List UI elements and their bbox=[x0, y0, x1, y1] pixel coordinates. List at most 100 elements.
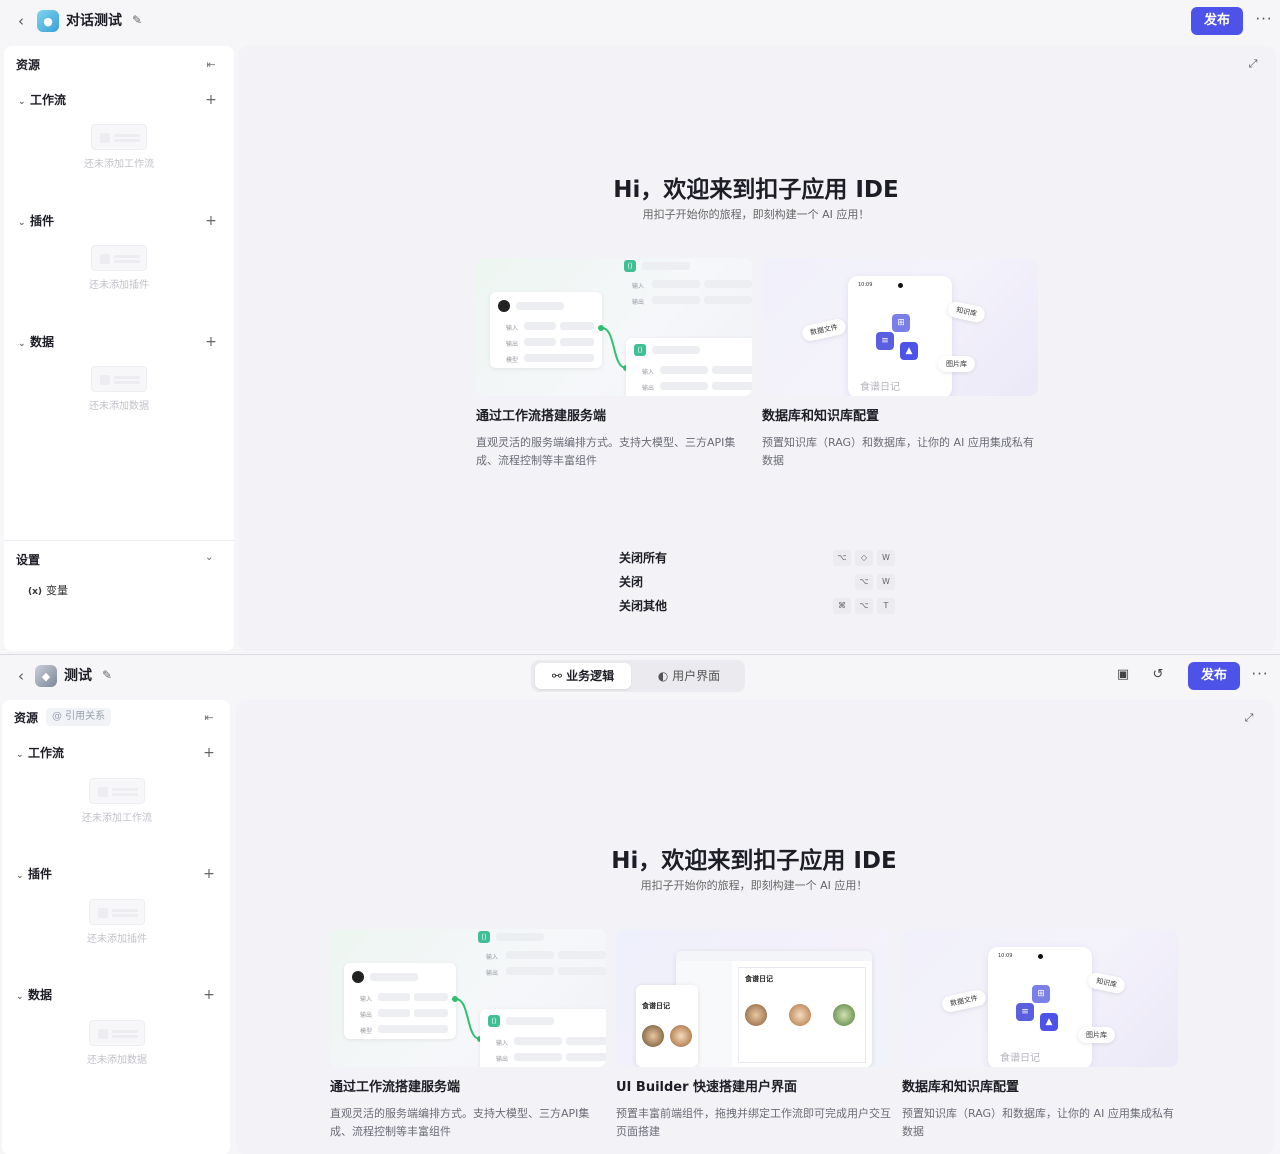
output-label: 输出 bbox=[506, 341, 519, 348]
empty-text: 还未添加工作流 bbox=[84, 159, 154, 170]
add-data-icon[interactable]: + bbox=[202, 988, 216, 1002]
chevron-down-icon[interactable]: ⌄ bbox=[205, 552, 213, 563]
workflow-node: ⟨⟩ 输入 输出 bbox=[480, 1009, 606, 1067]
settings-title[interactable]: 设置 bbox=[16, 552, 40, 568]
section-plugin[interactable]: ⌄ 插件 bbox=[18, 213, 54, 229]
section-data[interactable]: ⌄ 数据 bbox=[16, 987, 52, 1003]
food-image bbox=[670, 1025, 692, 1047]
camera-dot bbox=[898, 283, 903, 288]
builder-canvas: 食谱日记 bbox=[738, 967, 866, 1063]
placeholder-bar bbox=[660, 382, 708, 390]
placeholder-bar bbox=[524, 338, 556, 346]
placeholder-bar bbox=[704, 280, 752, 288]
empty-text: 还未添加工作流 bbox=[82, 813, 152, 824]
data-card-image[interactable]: 10:09 ⊞ ≡ ▲ 食谱日记 数据文件 知识库 图片库 bbox=[902, 929, 1178, 1067]
food-image bbox=[745, 1004, 767, 1026]
food-image bbox=[642, 1025, 664, 1047]
tab-label: 业务逻辑 bbox=[566, 669, 615, 683]
sidebar-title: 资源 bbox=[16, 58, 41, 72]
mode-switch: ⚯ 业务逻辑 ◐ 用户界面 bbox=[531, 660, 745, 692]
placeholder-bar bbox=[524, 322, 556, 330]
top-app-window: ‹ ● 对话测试 ✎ 发布 ··· 资源 ⇤ ⌄ 工作流 + 还未添加工作流 ⌄ 插… bbox=[0, 0, 1280, 653]
data-file-chip: 数据文件 bbox=[940, 988, 988, 1014]
code-icon: ⟨⟩ bbox=[624, 260, 636, 272]
resource-sidebar: 资源 ⇤ ⌄ 工作流 + 还未添加工作流 ⌄ 插件 + 还未添加插件 ⌄ 数据 + 还… bbox=[4, 46, 234, 651]
chevron-down-icon: ⌄ bbox=[16, 871, 24, 881]
card-title[interactable]: 通过工作流搭建服务端 bbox=[476, 408, 606, 426]
app-name: 食谱日记 bbox=[1000, 1053, 1040, 1064]
tab-user-interface[interactable]: ◐ 用户界面 bbox=[641, 663, 737, 689]
section-label: 工作流 bbox=[30, 93, 67, 107]
placeholder-bar bbox=[712, 382, 752, 390]
section-workflow[interactable]: ⌄ 工作流 bbox=[18, 92, 66, 108]
shortcut-close: 关闭 bbox=[619, 575, 644, 589]
reference-relation-chip[interactable]: @ 引用关系 bbox=[46, 708, 112, 726]
add-workflow-icon[interactable]: + bbox=[202, 746, 216, 760]
welcome-canvas: ⤢ Hi，欢迎来到扣子应用 IDE 用扣子开始你的旅程，即刻构建一个 AI 应用… bbox=[236, 700, 1274, 1154]
back-icon[interactable]: ‹ bbox=[14, 12, 28, 30]
card-title[interactable]: UI Builder 快速搭建用户界面 bbox=[616, 1079, 797, 1097]
add-plugin-icon[interactable]: + bbox=[202, 867, 216, 881]
shortcut-close-others: 关闭其他 bbox=[619, 599, 668, 613]
placeholder-bar bbox=[378, 993, 410, 1001]
card-title[interactable]: 数据库和知识库配置 bbox=[902, 1079, 1019, 1097]
card-desc: 预置知识库（RAG）和数据库，让你的 AI 应用集成私有数据 bbox=[762, 436, 1034, 467]
table-icon: ⊞ bbox=[1032, 985, 1050, 1003]
input-label: 输入 bbox=[506, 325, 519, 332]
screen-title: 食谱日记 bbox=[642, 1002, 670, 1010]
publish-button[interactable]: 发布 bbox=[1191, 7, 1243, 35]
ui-builder-card-image[interactable]: 食谱日记 食谱日记 bbox=[616, 929, 892, 1067]
archive-icon[interactable]: ▣ bbox=[1115, 667, 1131, 683]
key: W bbox=[877, 550, 895, 566]
phone-time: 10:09 bbox=[858, 282, 873, 288]
welcome-canvas: ⤢ Hi，欢迎来到扣子应用 IDE 用扣子开始你的旅程，即刻构建一个 AI 应用… bbox=[238, 46, 1276, 651]
more-icon[interactable]: ··· bbox=[1250, 665, 1270, 685]
section-data[interactable]: ⌄ 数据 bbox=[18, 334, 54, 350]
more-icon[interactable]: ··· bbox=[1254, 10, 1274, 30]
card-title[interactable]: 数据库和知识库配置 bbox=[762, 408, 879, 426]
chevron-down-icon: ⌄ bbox=[18, 218, 26, 228]
bottom-app-window: ‹ ◆ 测试 ✎ ⚯ 业务逻辑 ◐ 用户界面 ▣ ↺ 发布 ··· 资源 @ 引… bbox=[0, 654, 1280, 1154]
builder-toolbar bbox=[676, 951, 872, 961]
edit-icon[interactable]: ✎ bbox=[132, 13, 146, 27]
publish-button[interactable]: 发布 bbox=[1188, 662, 1240, 690]
output-label: 输出 bbox=[486, 970, 499, 977]
workflow-card-image[interactable]: ⟨⟩ 输入 输出 输入 输出 模型 ⟨⟩ 输入 输出 bbox=[476, 258, 752, 396]
add-workflow-icon[interactable]: + bbox=[204, 93, 218, 107]
add-data-icon[interactable]: + bbox=[204, 335, 218, 349]
section-plugin[interactable]: ⌄ 插件 bbox=[16, 866, 52, 882]
chevron-down-icon: ⌄ bbox=[16, 992, 24, 1002]
section-workflow[interactable]: ⌄ 工作流 bbox=[16, 745, 64, 761]
document-icon: ≡ bbox=[1016, 1003, 1034, 1021]
placeholder-bar bbox=[414, 1009, 448, 1017]
tab-business-logic[interactable]: ⚯ 业务逻辑 bbox=[535, 663, 631, 689]
input-label: 输入 bbox=[632, 283, 645, 290]
back-icon[interactable]: ‹ bbox=[14, 667, 28, 685]
variable-label: 变量 bbox=[46, 584, 69, 597]
placeholder-bar bbox=[370, 973, 418, 981]
variable-item[interactable]: (x) 变量 bbox=[28, 583, 68, 600]
expand-icon[interactable]: ⤢ bbox=[1242, 711, 1256, 725]
image-icon: ▲ bbox=[900, 342, 918, 360]
app-logo-icon: ● bbox=[37, 10, 59, 32]
code-icon: ⟨⟩ bbox=[478, 931, 490, 943]
chevron-down-icon: ⌄ bbox=[16, 750, 24, 760]
collapse-sidebar-icon[interactable]: ⇤ bbox=[204, 58, 218, 72]
app-title: 对话测试 bbox=[66, 13, 122, 29]
workflow-card-image[interactable]: ⟨⟩ 输入 输出 输入 输出 模型 ⟨⟩ 输入 输出 bbox=[330, 929, 606, 1067]
input-label: 输入 bbox=[360, 996, 373, 1003]
phone-mockup: 10:09 ⊞ ≡ ▲ 食谱日记 bbox=[988, 947, 1092, 1067]
empty-illustration bbox=[89, 899, 145, 925]
collapse-sidebar-icon[interactable]: ⇤ bbox=[202, 711, 216, 725]
history-icon[interactable]: ↺ bbox=[1150, 667, 1166, 683]
placeholder-bar bbox=[496, 933, 544, 941]
expand-icon[interactable]: ⤢ bbox=[1246, 57, 1260, 71]
add-plugin-icon[interactable]: + bbox=[204, 214, 218, 228]
card-title[interactable]: 通过工作流搭建服务端 bbox=[330, 1079, 460, 1097]
placeholder-bar bbox=[704, 296, 752, 304]
data-card-image[interactable]: 10:09 ⊞ ≡ ▲ 食谱日记 数据文件 知识库 图片库 bbox=[762, 258, 1038, 396]
edit-icon[interactable]: ✎ bbox=[102, 668, 116, 682]
shortcut-close-all: 关闭所有 bbox=[619, 551, 668, 565]
empty-text: 还未添加数据 bbox=[87, 1055, 147, 1066]
app-logo-icon: ◆ bbox=[35, 665, 57, 687]
